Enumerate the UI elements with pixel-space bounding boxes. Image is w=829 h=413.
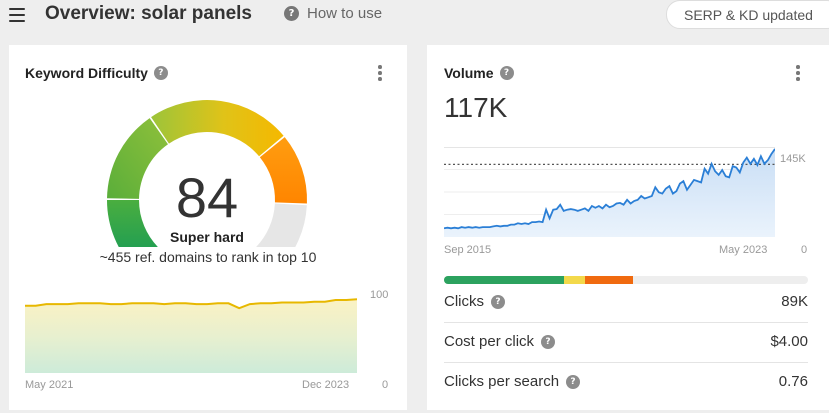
kd-chart-x-end: Dec 2023 <box>302 379 350 391</box>
volume-card: Volume ? 117K Sep 2015 May 2023 145K 0 C… <box>427 45 829 410</box>
kd-chart-x-start: May 2021 <box>25 379 74 391</box>
metric-value: $4.00 <box>770 333 808 350</box>
volume-chart-area <box>444 148 775 237</box>
help-icon[interactable]: ? <box>153 66 168 80</box>
kd-chart-y-top: 100 <box>370 289 389 301</box>
kd-difficulty-label: Super hard <box>170 229 244 245</box>
volume-title-label: Volume <box>444 65 494 81</box>
how-to-use-label: How to use <box>307 5 383 22</box>
volume-value: 117K <box>444 92 508 123</box>
metric-label: Clicks <box>444 293 484 310</box>
help-icon[interactable]: ? <box>499 66 514 80</box>
menu-icon[interactable] <box>9 8 25 22</box>
kd-card-title: Keyword Difficulty ? <box>25 65 168 81</box>
top-bar: Overview: solar panels ? How to use SERP… <box>0 0 829 32</box>
metric-label: Cost per click <box>444 333 535 350</box>
help-icon[interactable]: ? <box>491 294 505 309</box>
kd-history-chart <box>25 298 357 373</box>
metric-value: 0.76 <box>778 373 808 390</box>
volume-history-chart <box>444 147 775 237</box>
kd-score: 84 <box>175 166 239 229</box>
gauge-segment-3 <box>151 100 284 157</box>
how-to-use-link[interactable]: ? How to use <box>284 5 382 22</box>
volume-more-options-icon[interactable] <box>795 65 801 83</box>
metric-value: 89K <box>781 293 808 310</box>
serp-kd-updated-button[interactable]: SERP & KD updated <box>666 0 829 29</box>
kd-chart-area <box>25 299 357 373</box>
kd-description: ~455 ref. domains to rank in top 10 <box>99 249 317 265</box>
help-icon: ? <box>284 6 299 21</box>
help-icon[interactable]: ? <box>541 334 556 349</box>
keyword-difficulty-card: Keyword Difficulty ? 84 Super hard ~455 … <box>9 45 407 410</box>
volume-card-title: Volume ? <box>444 65 514 81</box>
kd-chart-y-bottom: 0 <box>382 379 389 391</box>
volume-chart-y-bottom: 0 <box>801 244 808 256</box>
metric-row-clicks-per-search: Clicks per search? 0.76 <box>444 363 808 403</box>
help-icon[interactable]: ? <box>566 374 581 389</box>
metric-label: Clicks per search <box>444 373 560 390</box>
metric-row-cost-per-click: Cost per click? $4.00 <box>444 323 808 363</box>
volume-chart-y-top: 145K <box>780 153 806 165</box>
metric-row-clicks: Clicks? 89K <box>444 283 808 323</box>
page-title: Overview: solar panels <box>45 3 252 24</box>
volume-chart-x-end: May 2023 <box>719 244 768 256</box>
kd-more-options-icon[interactable] <box>377 65 383 83</box>
kd-title-label: Keyword Difficulty <box>25 65 148 81</box>
volume-chart-x-start: Sep 2015 <box>444 244 492 256</box>
